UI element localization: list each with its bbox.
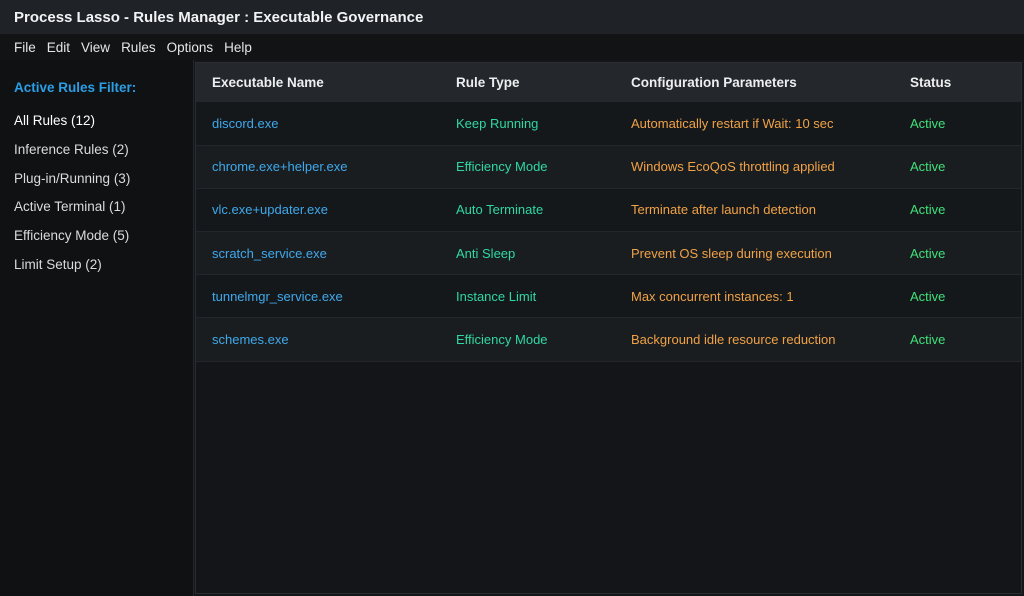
status-value: Active bbox=[910, 115, 946, 131]
config-parameters: Automatically restart if Wait: 10 sec bbox=[631, 115, 834, 131]
executable-name: scratch_service.exe bbox=[212, 245, 327, 261]
config-parameters: Max concurrent instances: 1 bbox=[631, 288, 794, 304]
table-header-row: Executable Name Rule Type Configuration … bbox=[196, 63, 1021, 102]
rules-table-panel: Executable Name Rule Type Configuration … bbox=[195, 62, 1022, 594]
status-value: Active bbox=[910, 202, 946, 218]
rule-type: Efficiency Mode bbox=[456, 159, 548, 175]
executable-name: chrome.exe+helper.exe bbox=[212, 159, 348, 175]
status-value: Active bbox=[910, 245, 946, 261]
filter-limit-setup[interactable]: Limit Setup (2) bbox=[0, 251, 193, 280]
menu-rules[interactable]: Rules bbox=[121, 40, 156, 55]
table-row[interactable]: scratch_service.exe Anti Sleep Prevent O… bbox=[196, 231, 1021, 275]
executable-name: tunnelmgr_service.exe bbox=[212, 288, 343, 304]
config-parameters: Background idle resource reduction bbox=[631, 332, 836, 348]
rule-type: Keep Running bbox=[456, 115, 539, 131]
rules-table: Executable Name Rule Type Configuration … bbox=[196, 63, 1021, 362]
header-executable-name[interactable]: Executable Name bbox=[196, 63, 440, 102]
executable-name: schemes.exe bbox=[212, 332, 289, 348]
table-row[interactable]: schemes.exe Efficiency Mode Background i… bbox=[196, 317, 1021, 362]
table-row[interactable]: tunnelmgr_service.exe Instance Limit Max… bbox=[196, 274, 1021, 318]
rule-type: Instance Limit bbox=[456, 288, 537, 304]
table-row[interactable]: chrome.exe+helper.exe Efficiency Mode Wi… bbox=[196, 145, 1021, 189]
header-configuration-parameters[interactable]: Configuration Parameters bbox=[615, 63, 894, 102]
config-parameters: Terminate after launch detection bbox=[631, 202, 816, 218]
executable-name: vlc.exe+updater.exe bbox=[212, 202, 328, 218]
menu-file[interactable]: File bbox=[14, 40, 36, 55]
menu-bar: File Edit View Rules Options Help bbox=[0, 34, 1024, 60]
rule-type: Auto Terminate bbox=[456, 202, 544, 218]
filter-all-rules[interactable]: All Rules (12) bbox=[0, 107, 193, 136]
config-parameters: Windows EcoQoS throttling applied bbox=[631, 159, 835, 175]
window-title: Process Lasso - Rules Manager : Executab… bbox=[0, 0, 1024, 34]
status-value: Active bbox=[910, 159, 946, 175]
rule-type: Anti Sleep bbox=[456, 245, 516, 261]
filter-title: Active Rules Filter: bbox=[14, 80, 137, 95]
config-parameters: Prevent OS sleep during execution bbox=[631, 245, 832, 261]
rule-type: Efficiency Mode bbox=[456, 332, 548, 348]
menu-options[interactable]: Options bbox=[167, 40, 214, 55]
header-status[interactable]: Status bbox=[894, 63, 1021, 102]
menu-view[interactable]: View bbox=[81, 40, 110, 55]
header-rule-type[interactable]: Rule Type bbox=[440, 63, 615, 102]
rules-filter-sidebar: Active Rules Filter: All Rules (12) Infe… bbox=[0, 60, 194, 596]
filter-inference-rules[interactable]: Inference Rules (2) bbox=[0, 136, 193, 165]
filter-active-terminal[interactable]: Active Terminal (1) bbox=[0, 193, 193, 222]
executable-name: discord.exe bbox=[212, 115, 279, 131]
menu-help[interactable]: Help bbox=[224, 40, 252, 55]
status-value: Active bbox=[910, 332, 946, 348]
menu-edit[interactable]: Edit bbox=[47, 40, 70, 55]
status-value: Active bbox=[910, 288, 946, 304]
filter-plugin-running[interactable]: Plug-in/Running (3) bbox=[0, 165, 193, 194]
filter-efficiency-mode[interactable]: Efficiency Mode (5) bbox=[0, 222, 193, 251]
table-row[interactable]: vlc.exe+updater.exe Auto Terminate Termi… bbox=[196, 188, 1021, 232]
table-row[interactable]: discord.exe Keep Running Automatically r… bbox=[196, 102, 1021, 146]
